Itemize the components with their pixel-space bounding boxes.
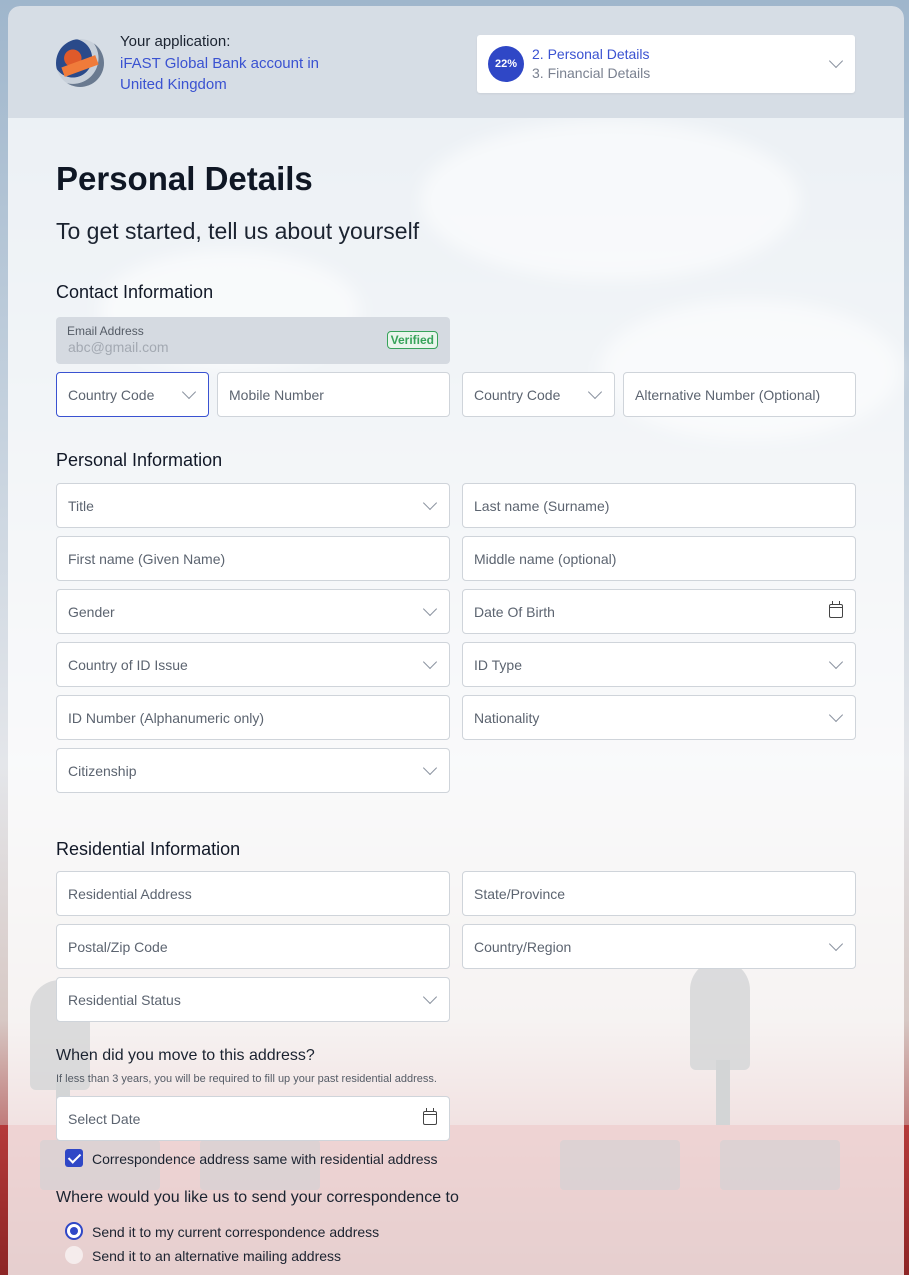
date-of-birth-picker[interactable]: Date Of Birth (462, 589, 856, 634)
move-date-picker[interactable]: Select Date (56, 1096, 450, 1141)
radio-alternative-address-label: Send it to an alternative mailing addres… (92, 1248, 342, 1264)
country-code-select[interactable]: Country Code (56, 372, 209, 417)
last-name-placeholder: Last name (Surname) (474, 498, 610, 514)
alternative-number-placeholder: Alternative Number (Optional) (635, 387, 821, 403)
country-code-placeholder: Country Code (68, 387, 155, 403)
gender-placeholder: Gender (68, 604, 115, 620)
residential-address-input[interactable]: Residential Address (56, 871, 450, 916)
last-name-input[interactable]: Last name (Surname) (462, 483, 856, 528)
chevron-down-icon (828, 707, 844, 723)
move-date-note: If less than 3 years, you will be requir… (56, 1073, 437, 1085)
alt-country-code-placeholder: Country Code (474, 387, 561, 403)
id-number-placeholder: ID Number (Alphanumeric only) (68, 710, 265, 726)
email-value: abc@gmail.com (68, 339, 169, 355)
calendar-icon[interactable] (829, 601, 843, 618)
radio-alternative-address[interactable] (65, 1246, 83, 1264)
chevron-down-icon (828, 53, 844, 69)
calendar-icon[interactable] (423, 1108, 437, 1125)
state-province-placeholder: State/Province (474, 886, 566, 902)
country-region-placeholder: Country/Region (474, 939, 572, 955)
title-select[interactable]: Title (56, 483, 450, 528)
correspondence-question: Where would you like us to send your cor… (56, 1189, 459, 1206)
first-name-input[interactable]: First name (Given Name) (56, 536, 450, 581)
first-name-placeholder: First name (Given Name) (68, 551, 226, 567)
move-date-question: When did you move to this address? (56, 1047, 315, 1064)
current-step-label: 2. Personal Details (532, 46, 650, 62)
radio-current-address[interactable] (65, 1222, 83, 1240)
page-title: Personal Details (56, 160, 313, 197)
chevron-down-icon (422, 760, 438, 776)
dob-placeholder: Date Of Birth (474, 604, 555, 620)
chevron-down-icon (422, 654, 438, 670)
postal-code-placeholder: Postal/Zip Code (68, 939, 168, 955)
citizenship-placeholder: Citizenship (68, 763, 137, 779)
chevron-down-icon (587, 384, 603, 400)
chevron-down-icon (422, 495, 438, 511)
verified-badge: Verified (386, 331, 438, 349)
chevron-down-icon (422, 989, 438, 1005)
id-number-input[interactable]: ID Number (Alphanumeric only) (56, 695, 450, 740)
mobile-number-placeholder: Mobile Number (229, 387, 324, 403)
application-header: Your application: iFAST Global Bank acco… (8, 6, 904, 118)
same-address-checkbox[interactable] (65, 1149, 83, 1167)
postal-code-input[interactable]: Postal/Zip Code (56, 924, 450, 969)
radio-current-address-label: Send it to my current correspondence add… (92, 1224, 380, 1240)
middle-name-placeholder: Middle name (optional) (474, 551, 617, 567)
nationality-placeholder: Nationality (474, 710, 540, 726)
application-label: Your application: (120, 33, 231, 50)
residential-status-placeholder: Residential Status (68, 992, 181, 1008)
mobile-number-input[interactable]: Mobile Number (217, 372, 450, 417)
chevron-down-icon (422, 601, 438, 617)
middle-name-input[interactable]: Middle name (optional) (462, 536, 856, 581)
country-id-issue-select[interactable]: Country of ID Issue (56, 642, 450, 687)
residential-address-placeholder: Residential Address (68, 886, 192, 902)
same-address-label: Correspondence address same with residen… (92, 1151, 438, 1167)
alt-country-code-select[interactable]: Country Code (462, 372, 615, 417)
application-card: Your application: iFAST Global Bank acco… (8, 6, 904, 1275)
chevron-down-icon (181, 384, 197, 400)
progress-step-selector[interactable]: 22% 2. Personal Details 3. Financial Det… (477, 35, 855, 93)
email-label: Email Address (67, 324, 144, 338)
personal-section-title: Personal Information (56, 450, 223, 470)
application-avatar (56, 39, 104, 87)
citizenship-select[interactable]: Citizenship (56, 748, 450, 793)
id-type-select[interactable]: ID Type (462, 642, 856, 687)
state-province-input[interactable]: State/Province (462, 871, 856, 916)
application-name: iFAST Global Bank account in United King… (120, 55, 319, 93)
select-date-placeholder: Select Date (68, 1111, 141, 1127)
title-placeholder: Title (68, 498, 94, 514)
country-id-issue-placeholder: Country of ID Issue (68, 657, 188, 673)
alternative-number-input[interactable]: Alternative Number (Optional) (623, 372, 856, 417)
form-body: Personal Details To get started, tell us… (8, 118, 904, 1275)
chevron-down-icon (828, 936, 844, 952)
nationality-select[interactable]: Nationality (462, 695, 856, 740)
country-region-select[interactable]: Country/Region (462, 924, 856, 969)
next-step-label: 3. Financial Details (532, 65, 651, 81)
page-subtitle: To get started, tell us about yourself (56, 218, 420, 244)
contact-section-title: Contact Information (56, 282, 214, 302)
email-field: Email Address abc@gmail.com Verified (56, 317, 450, 364)
chevron-down-icon (828, 654, 844, 670)
id-type-placeholder: ID Type (474, 657, 522, 673)
gender-select[interactable]: Gender (56, 589, 450, 634)
residential-status-select[interactable]: Residential Status (56, 977, 450, 1022)
residential-section-title: Residential Information (56, 839, 241, 859)
progress-percent-badge: 22% (488, 46, 524, 82)
